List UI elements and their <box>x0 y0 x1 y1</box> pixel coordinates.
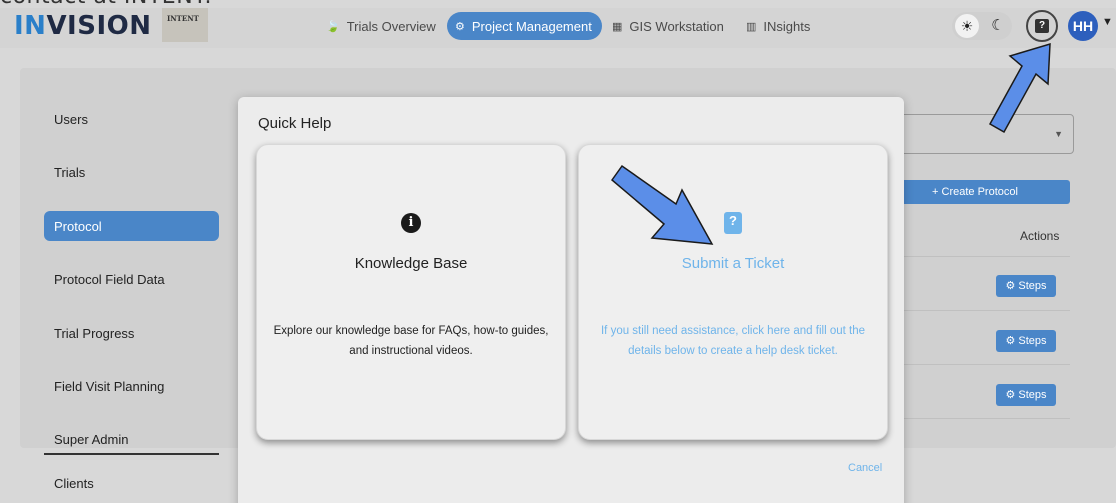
leaf-icon: 🍃 <box>326 20 340 33</box>
steps-button[interactable]: ⚙ Steps <box>996 384 1056 406</box>
nav-gis-workstation[interactable]: ▦ GIS Workstation <box>604 12 734 40</box>
submit-ticket-description: If you still need assistance, click here… <box>600 325 865 357</box>
knowledge-base-card[interactable]: i Knowledge Base Explore our knowledge b… <box>256 144 566 440</box>
client-logo: INTENT <box>162 8 208 42</box>
sidebar-item-protocol[interactable]: Protocol <box>44 211 219 241</box>
info-icon: i <box>401 213 421 233</box>
help-button[interactable]: ? <box>1026 10 1058 42</box>
knowledge-base-description: Explore our knowledge base for FAQs, how… <box>273 325 549 357</box>
table-divider <box>890 364 1070 365</box>
help-icon: ? <box>724 212 742 234</box>
sidebar-item-clients[interactable]: Clients <box>44 476 219 491</box>
annotation-arrow-ticket <box>610 164 714 245</box>
quick-help-modal: Quick Help i Knowledge Base Explore our … <box>238 97 904 503</box>
nav-trials-overview[interactable]: 🍃 Trials Overview <box>318 12 446 40</box>
gear-icon: ⚙ <box>1005 389 1019 401</box>
sidebar-item-trial-progress[interactable]: Trial Progress <box>44 326 219 341</box>
question-icon: ? <box>1035 19 1049 33</box>
moon-icon[interactable]: ☾ <box>986 14 1010 38</box>
invision-logo[interactable]: INVISION <box>14 11 152 41</box>
sidebar-section-super-admin: Super Admin <box>44 432 219 455</box>
theme-toggle[interactable]: ☀ ☾ <box>952 12 1012 40</box>
nav-project-management[interactable]: ⚙ Project Management <box>447 12 602 40</box>
sidebar-item-field-visit-planning[interactable]: Field Visit Planning <box>44 379 219 394</box>
actions-column-header: Actions <box>1020 229 1060 243</box>
sun-icon[interactable]: ☀ <box>955 14 979 38</box>
top-navigation-bar: INVISION INTENT 🍃 Trials Overview ⚙ Proj… <box>0 8 1116 48</box>
sidebar-item-users[interactable]: Users <box>44 112 219 127</box>
user-avatar[interactable]: HH <box>1068 11 1098 41</box>
sidebar-item-trials[interactable]: Trials <box>44 165 219 180</box>
chevron-down-icon[interactable]: ▼ <box>1102 16 1113 28</box>
cancel-button[interactable]: Cancel <box>848 462 882 474</box>
nav-insights[interactable]: ▥ INsights <box>738 12 820 40</box>
gear-icon: ⚙ <box>1005 335 1019 347</box>
steps-button[interactable]: ⚙ Steps <box>996 275 1056 297</box>
sidebar-item-protocol-field-data[interactable]: Protocol Field Data <box>44 272 219 287</box>
submit-ticket-title: Submit a Ticket <box>681 255 785 272</box>
grid-icon: ▦ <box>612 20 623 33</box>
gear-icon: ⚙ <box>1005 280 1019 292</box>
gear-icon: ⚙ <box>455 20 465 33</box>
table-divider <box>890 310 1070 311</box>
chart-icon: ▥ <box>746 20 757 33</box>
table-divider <box>890 418 1070 419</box>
modal-title: Quick Help <box>258 115 332 132</box>
create-protocol-button[interactable]: + Create Protocol <box>880 180 1070 204</box>
table-divider <box>890 256 1070 257</box>
annotation-arrow-help <box>988 42 1051 134</box>
steps-button[interactable]: ⚙ Steps <box>996 330 1056 352</box>
knowledge-base-title: Knowledge Base <box>354 255 468 272</box>
